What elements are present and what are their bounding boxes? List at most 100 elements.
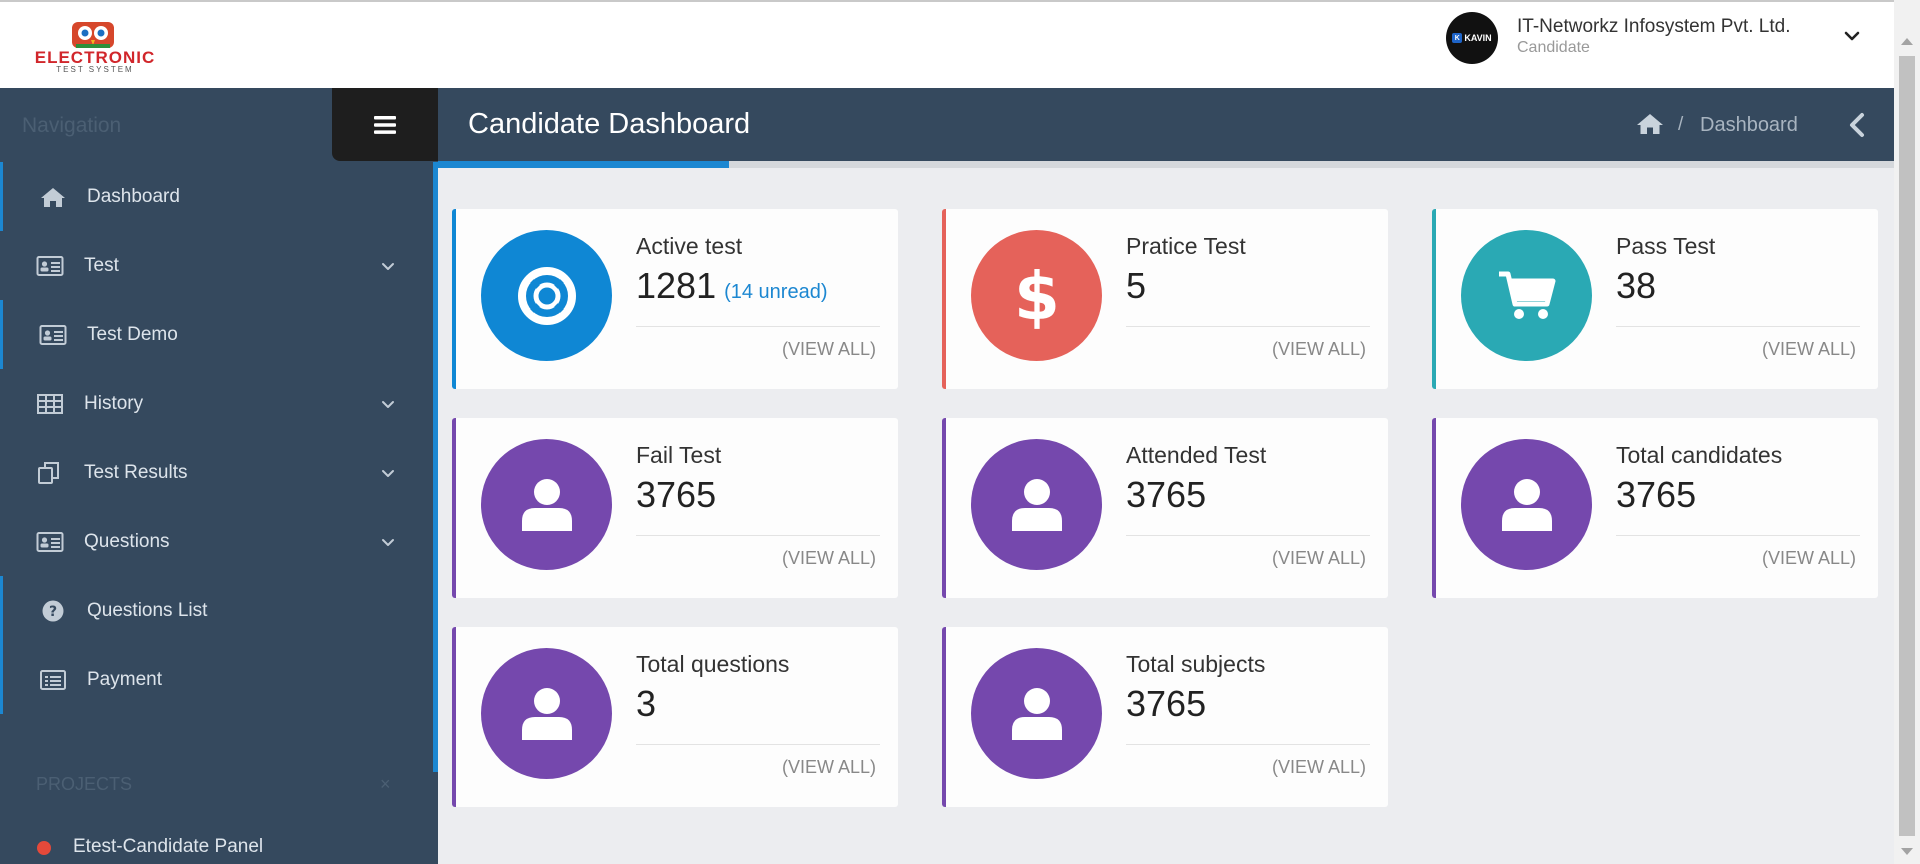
projects-close-icon[interactable]: × bbox=[380, 774, 391, 795]
card-value: 1281 (14 unread) bbox=[636, 265, 828, 307]
scroll-up-arrow-icon[interactable] bbox=[1901, 38, 1913, 45]
stat-card-active-test: Active test 1281 (14 unread) (VIEW ALL) bbox=[452, 209, 898, 389]
chevron-down-icon[interactable] bbox=[1840, 24, 1864, 48]
page-title: Candidate Dashboard bbox=[468, 108, 751, 140]
scroll-thumb[interactable] bbox=[1899, 56, 1915, 836]
view-all-link[interactable]: (VIEW ALL) bbox=[782, 757, 876, 778]
view-all-link[interactable]: (VIEW ALL) bbox=[1272, 548, 1366, 569]
user-icon bbox=[1501, 478, 1552, 531]
card-icon-circle bbox=[481, 230, 612, 361]
card-divider bbox=[636, 744, 880, 745]
card-icon-circle bbox=[481, 648, 612, 779]
card-value: 38 bbox=[1616, 265, 1657, 306]
id-card-icon bbox=[39, 324, 67, 345]
user-role: Candidate bbox=[1517, 39, 1590, 56]
project-status-dot bbox=[37, 841, 51, 855]
table-icon bbox=[37, 393, 63, 414]
card-icon-circle bbox=[1461, 230, 1592, 361]
chevron-down-icon[interactable] bbox=[380, 396, 396, 412]
dollar-icon: $ bbox=[1014, 261, 1060, 331]
view-all-link[interactable]: (VIEW ALL) bbox=[1762, 339, 1856, 360]
sidebar-edge-bar bbox=[433, 162, 438, 772]
card-divider bbox=[1126, 535, 1370, 536]
card-title: Fail Test bbox=[636, 442, 722, 468]
view-all-link[interactable]: (VIEW ALL) bbox=[1272, 339, 1366, 360]
card-divider bbox=[636, 535, 880, 536]
sidebar-item-test-results[interactable]: Test Results bbox=[0, 438, 433, 507]
sidebar-item-payment[interactable]: Payment bbox=[0, 645, 433, 714]
card-value: 3 bbox=[636, 683, 657, 724]
sidebar-item-questions[interactable]: Questions bbox=[0, 507, 433, 576]
hamburger-menu-icon bbox=[374, 115, 396, 134]
app-logo[interactable]: ELECTRONIC TEST SYSTEM bbox=[22, 20, 168, 74]
stat-card-total-questions: Total questions 3 (VIEW ALL) bbox=[452, 627, 898, 807]
chevron-down-icon[interactable] bbox=[380, 534, 396, 550]
list-alt-icon bbox=[40, 669, 66, 690]
card-title: Total subjects bbox=[1126, 651, 1266, 677]
sidebar-item-label: Test Results bbox=[84, 461, 188, 483]
progress-fill bbox=[438, 161, 730, 168]
chevron-left-icon[interactable] bbox=[1846, 112, 1868, 138]
card-title: Total candidates bbox=[1616, 442, 1783, 468]
card-value: 3765 bbox=[1126, 683, 1207, 724]
view-all-link[interactable]: (VIEW ALL) bbox=[782, 548, 876, 569]
sidebar-item-dashboard[interactable]: Dashboard bbox=[0, 162, 433, 231]
stat-card-attended-test: Attended Test 3765 (VIEW ALL) bbox=[942, 418, 1388, 598]
card-icon-circle bbox=[481, 439, 612, 570]
life-ring-icon bbox=[517, 266, 576, 325]
card-title: Pass Test bbox=[1616, 233, 1716, 259]
user-icon bbox=[521, 687, 572, 740]
owl-logo-icon bbox=[72, 22, 114, 48]
scroll-down-arrow-icon[interactable] bbox=[1901, 848, 1913, 855]
card-divider bbox=[636, 326, 880, 327]
copy-icon bbox=[38, 461, 59, 484]
card-value: 3765 bbox=[1616, 474, 1697, 515]
top-header: ELECTRONIC TEST SYSTEM K KAVIN IT-Networ… bbox=[0, 0, 1894, 88]
sidebar-item-label: Test bbox=[84, 254, 119, 276]
projects-heading: PROJECTS bbox=[36, 774, 133, 794]
question-circle-icon: ? bbox=[42, 600, 64, 621]
project-link[interactable]: Etest-Candidate Panel bbox=[73, 836, 263, 858]
sidebar-item-label: Payment bbox=[87, 668, 162, 690]
home-icon bbox=[41, 187, 65, 207]
stat-card-practice-test: $ Pratice Test 5 (VIEW ALL) bbox=[942, 209, 1388, 389]
breadcrumb-separator: / bbox=[1678, 114, 1684, 135]
page-titlebar: Candidate Dashboard / Dashboard bbox=[438, 88, 1894, 161]
card-divider bbox=[1616, 326, 1860, 327]
stat-card-total-subjects: Total subjects 3765 (VIEW ALL) bbox=[942, 627, 1388, 807]
card-value: 3765 bbox=[636, 474, 717, 515]
unread-count-link[interactable]: (14 unread) bbox=[724, 281, 827, 303]
sidebar-item-history[interactable]: History bbox=[0, 369, 433, 438]
breadcrumb-current: Dashboard bbox=[1700, 114, 1798, 136]
chevron-down-icon[interactable] bbox=[380, 465, 396, 481]
view-all-link[interactable]: (VIEW ALL) bbox=[1272, 757, 1366, 778]
view-all-link[interactable]: (VIEW ALL) bbox=[782, 339, 876, 360]
logo-subtext: TEST SYSTEM bbox=[56, 65, 134, 74]
card-title: Total questions bbox=[636, 651, 790, 677]
sidebar-title: Navigation bbox=[22, 114, 122, 137]
id-card-icon bbox=[36, 531, 64, 552]
chevron-down-icon[interactable] bbox=[380, 258, 396, 274]
sidebar-item-questions-list[interactable]: ? Questions List bbox=[0, 576, 433, 645]
home-icon[interactable] bbox=[1636, 112, 1664, 136]
card-icon-circle bbox=[1461, 439, 1592, 570]
avatar-k-icon: K bbox=[1452, 33, 1463, 43]
stat-card-total-candidates: Total candidates 3765 (VIEW ALL) bbox=[1432, 418, 1878, 598]
sidebar-item-test[interactable]: Test bbox=[0, 231, 433, 300]
page-scrollbar[interactable] bbox=[1894, 0, 1920, 864]
card-value: 5 bbox=[1126, 265, 1147, 306]
cart-icon bbox=[1498, 271, 1555, 319]
view-all-link[interactable]: (VIEW ALL) bbox=[1762, 548, 1856, 569]
card-value: 3765 bbox=[1126, 474, 1207, 515]
user-icon bbox=[1011, 687, 1062, 740]
sidebar-toggle-button[interactable] bbox=[332, 88, 438, 161]
sidebar-item-test-demo[interactable]: Test Demo bbox=[0, 300, 433, 369]
user-name[interactable]: IT-Networkz Infosystem Pvt. Ltd. bbox=[1517, 16, 1790, 38]
card-title: Pratice Test bbox=[1126, 233, 1246, 259]
sidebar: Navigation Dashboard Test Test Demo Hist… bbox=[0, 88, 438, 864]
card-icon-circle bbox=[971, 439, 1102, 570]
user-avatar[interactable]: K KAVIN bbox=[1446, 12, 1498, 64]
card-title: Active test bbox=[636, 233, 743, 259]
card-title: Attended Test bbox=[1126, 442, 1267, 468]
card-icon-circle: $ bbox=[971, 230, 1102, 361]
